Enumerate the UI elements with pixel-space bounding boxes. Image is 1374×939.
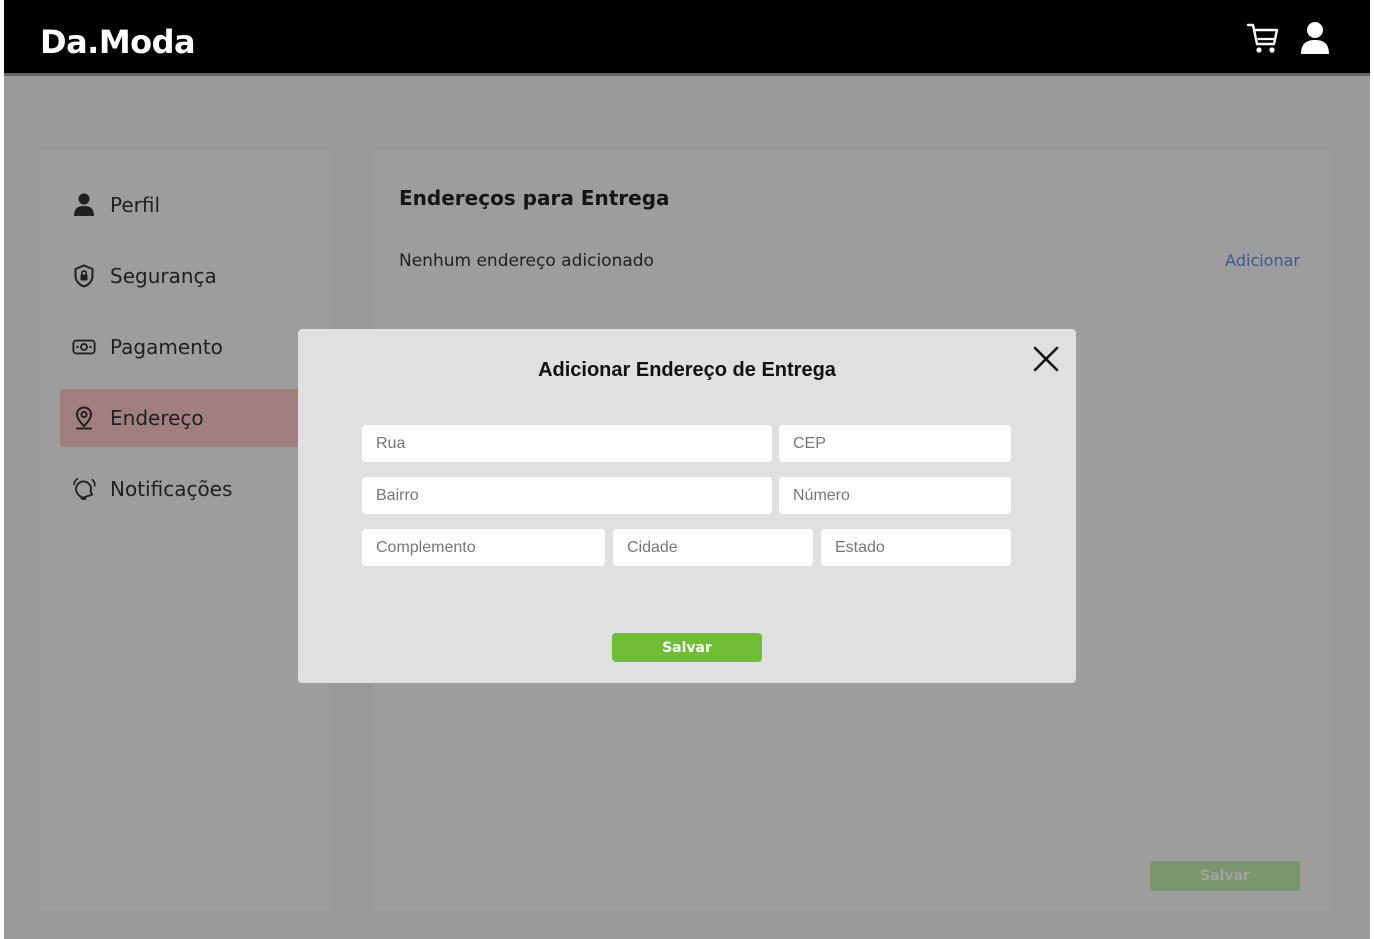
complement-field[interactable] — [362, 529, 605, 566]
app-frame: Da.Moda Perfil Segurança Pagamento Ender… — [4, 0, 1370, 939]
modal-save-button[interactable]: Salvar — [612, 633, 762, 662]
close-icon[interactable] — [1031, 344, 1061, 374]
street-field[interactable] — [362, 425, 772, 462]
cart-icon[interactable] — [1246, 20, 1280, 56]
neighborhood-field[interactable] — [362, 477, 772, 514]
logo[interactable]: Da.Moda — [40, 22, 196, 62]
state-field[interactable] — [821, 529, 1011, 566]
city-field[interactable] — [613, 529, 813, 566]
top-header: Da.Moda — [4, 0, 1370, 73]
cep-field[interactable] — [779, 425, 1011, 462]
header-shadow — [4, 73, 1370, 76]
user-icon[interactable] — [1298, 20, 1332, 56]
modal-title: Adicionar Endereço de Entrega — [538, 359, 836, 381]
number-field[interactable] — [779, 477, 1011, 514]
add-address-modal: Adicionar Endereço de Entrega Salvar — [298, 329, 1076, 683]
